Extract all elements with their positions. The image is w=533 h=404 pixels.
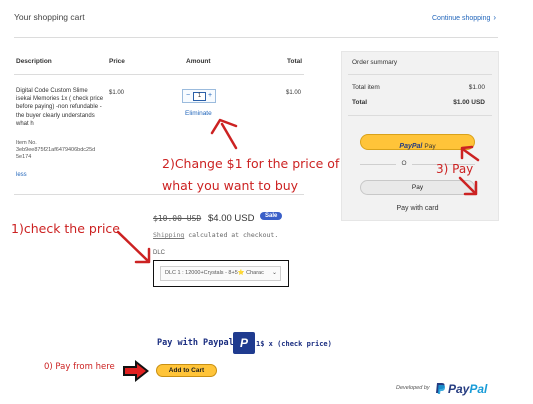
sale-badge: Sale: [260, 212, 283, 220]
summary-total-item-label: Total item: [352, 84, 380, 91]
item-number-block: Item No. 3eb9ee875f21af6479406bdc25d5e17…: [16, 140, 96, 161]
paypal-logo-icon: P: [233, 332, 255, 354]
table-bottom-divider: [14, 194, 304, 195]
paypal-button[interactable]: PayPal Pay: [360, 134, 475, 150]
dlc-select[interactable]: DLC 1 : 12000+Crystals - 8+5⭐ Charac ⌄: [160, 266, 281, 281]
item-description: Digital Code Custom Slime isekai Memorie…: [16, 88, 104, 127]
quantity-field[interactable]: 1: [193, 92, 206, 101]
shipping-note: Shipping calculated at checkout.: [153, 231, 278, 239]
summary-divider: [348, 74, 492, 75]
dlc-selected-value: DLC 1 : 12000+Crystals - 8+5⭐ Charac: [165, 270, 264, 276]
item-price: $1.00: [109, 90, 125, 96]
cart-title: Your shopping cart: [14, 12, 85, 22]
column-total: Total: [287, 58, 303, 65]
annotation-pay-from-here: 0) Pay from here: [44, 362, 115, 372]
continue-shopping-label: Continue shopping: [432, 15, 491, 22]
pay-button[interactable]: Pay: [360, 180, 475, 195]
column-amount: Amount: [186, 58, 211, 65]
paypal-wordmark-pay: Pay: [448, 382, 470, 396]
dlc-highlight-box: DLC 1 : 12000+Crystals - 8+5⭐ Charac ⌄: [153, 260, 289, 287]
shipping-note-text: calculated at checkout.: [184, 231, 279, 239]
summary-total-value: $1.00 USD: [453, 99, 485, 106]
pay-with-card-link[interactable]: Pay with card: [360, 205, 475, 212]
paypal-logo-letter: P: [240, 336, 249, 350]
continue-shopping-link[interactable]: Continue shopping ›: [432, 13, 496, 22]
less-link[interactable]: less: [16, 172, 27, 178]
column-price: Price: [109, 58, 125, 65]
annotation-pay: 3) Pay: [436, 162, 474, 176]
paypal-wordmark: PayPal: [448, 380, 487, 398]
column-description: Description: [16, 58, 52, 65]
summary-bottom-divider: [348, 115, 492, 116]
paypal-mark-icon: [436, 383, 446, 394]
arrow-to-amount-icon: [210, 118, 238, 150]
item-number-label: Item No.: [16, 140, 37, 146]
header-divider: [14, 37, 498, 38]
developed-by-label: Developed by: [396, 385, 430, 391]
or-divider-left: [360, 164, 396, 165]
arrow-to-add-cart-icon: [123, 360, 149, 382]
shipping-link[interactable]: Shipping: [153, 231, 184, 239]
minus-icon[interactable]: −: [184, 91, 192, 101]
item-total: $1.00: [286, 90, 302, 96]
paypal-button-content: PayPal Pay: [399, 143, 435, 150]
arrow-to-dlc-icon: [116, 230, 151, 264]
annotation-change-price-line1: 2)Change $1 for the price of: [162, 156, 340, 171]
chevron-right-icon: ›: [493, 13, 497, 22]
table-header-divider: [14, 74, 304, 75]
add-to-cart-button[interactable]: Add to Cart: [156, 364, 217, 377]
item-number: 3eb9ee875f21af6479406bdc25d5e174: [16, 147, 96, 160]
quantity-stepper[interactable]: − 1 +: [182, 89, 216, 103]
paypal-button-pay-label: Pay: [424, 143, 436, 150]
eliminate-link[interactable]: Eliminate: [185, 110, 212, 117]
plus-icon[interactable]: +: [206, 91, 214, 101]
summary-total-label: Total: [352, 99, 368, 106]
chevron-down-icon: ⌄: [271, 270, 277, 276]
summary-total-item-value: $1.00: [468, 84, 485, 91]
paypal-logo-icon: PayPal: [399, 143, 423, 150]
annotation-check-price: 1)check the price: [11, 221, 120, 236]
sale-price: $4.00 USD: [208, 213, 255, 224]
order-summary-title: Order summary: [352, 59, 398, 66]
or-label: O: [398, 160, 410, 167]
dlc-label: DLC: [153, 250, 166, 256]
annotation-change-price-line2: what you want to buy: [162, 178, 299, 193]
pay-with-paypal-label: Pay with Paypal :: [157, 338, 244, 348]
paypal-price-text: 1$ x (check price): [256, 340, 332, 348]
paypal-wordmark-pal: Pal: [469, 382, 488, 396]
original-price: $10.00 USD: [153, 214, 202, 223]
